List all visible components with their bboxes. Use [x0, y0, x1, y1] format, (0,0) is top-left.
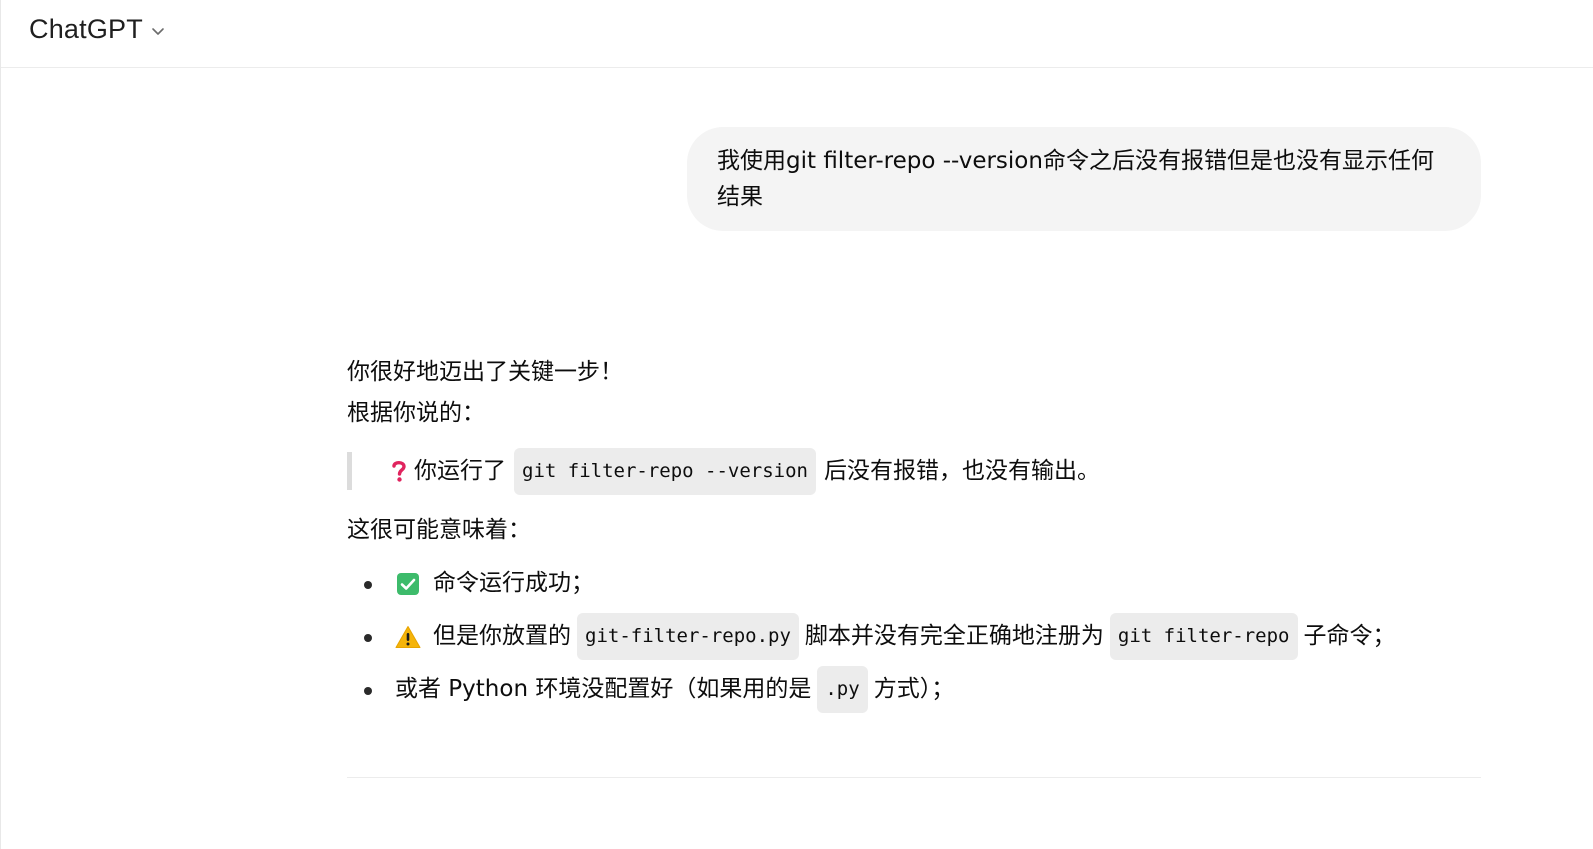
user-message-bubble: 我使用git filter-repo --version命令之后没有报错但是也没… — [687, 127, 1481, 231]
chevron-down-icon — [149, 22, 167, 40]
list-item-text: 命令运行成功； — [433, 570, 594, 596]
top-bar: ChatGPT — [1, 0, 1593, 68]
list-item: 或者 Python 环境没配置好（如果用的是 .py 方式）； — [347, 663, 1481, 716]
list-item-suffix: 子命令； — [1303, 623, 1396, 649]
message-divider — [347, 777, 1481, 778]
model-name: ChatGPT — [29, 13, 143, 44]
list-item: 但是你放置的 git-filter-repo.py 脚本并没有完全正确地注册为 … — [347, 610, 1481, 663]
assistant-line-meaning: 这很可能意味着： — [347, 517, 531, 543]
user-message-row: 我使用git filter-repo --version命令之后没有报错但是也没… — [687, 127, 1481, 231]
list-item-suffix: 方式）； — [873, 676, 955, 702]
check-mark-button-icon — [395, 571, 421, 597]
inline-code: git filter-repo --version — [514, 447, 816, 495]
assistant-line-greeting: 你很好地迈出了关键一步！ — [347, 359, 623, 385]
list-item-middle: 脚本并没有完全正确地注册为 — [804, 623, 1104, 649]
quote-prefix: 你运行了 — [414, 457, 506, 484]
assistant-message: 你很好地迈出了关键一步！ 根据你说的： 你运行了 git filter-repo… — [347, 352, 1481, 716]
assistant-line-based-on: 根据你说的： — [347, 400, 485, 426]
bullet-dot — [364, 581, 372, 589]
bullet-dot — [364, 634, 372, 642]
bullet-dot — [364, 687, 372, 695]
quote-suffix: 后没有报错，也没有输出。 — [823, 457, 1100, 484]
red-question-mark-icon — [388, 456, 410, 486]
inline-code: git-filter-repo.py — [577, 613, 799, 660]
blockquote: 你运行了 git filter-repo --version 后没有报错，也没有… — [347, 447, 1481, 495]
list-item-prefix: 但是你放置的 — [433, 623, 571, 649]
list-item-prefix: 或者 Python 环境没配置好（如果用的是 — [395, 676, 812, 702]
warning-icon — [395, 624, 421, 650]
chat-window: ChatGPT 我使用git filter-repo --version命令之后… — [0, 0, 1593, 849]
list-item: 命令运行成功； — [347, 557, 1481, 610]
inline-code: .py — [817, 666, 868, 713]
model-switcher-button[interactable]: ChatGPT — [29, 10, 167, 48]
bullet-list: 命令运行成功； 但是你放置的 git-filter-repo.py 脚本并没有完… — [347, 557, 1481, 716]
inline-code: git filter-repo — [1109, 613, 1298, 660]
